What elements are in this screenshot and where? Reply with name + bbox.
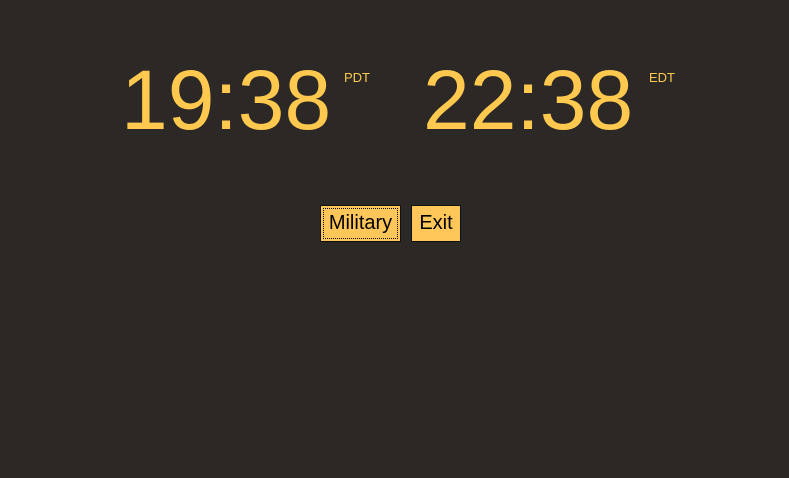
timezone-label-edt: EDT: [649, 70, 675, 85]
clock-time-edt: 22:38: [423, 53, 634, 147]
exit-button[interactable]: Exit: [411, 205, 461, 242]
exit-button-label: Exit: [419, 212, 453, 234]
military-button-label: Military: [328, 212, 393, 234]
military-button[interactable]: Military: [320, 205, 401, 242]
clock-time-pdt: 19:38: [121, 53, 332, 147]
timezone-label-pdt: PDT: [344, 70, 370, 85]
